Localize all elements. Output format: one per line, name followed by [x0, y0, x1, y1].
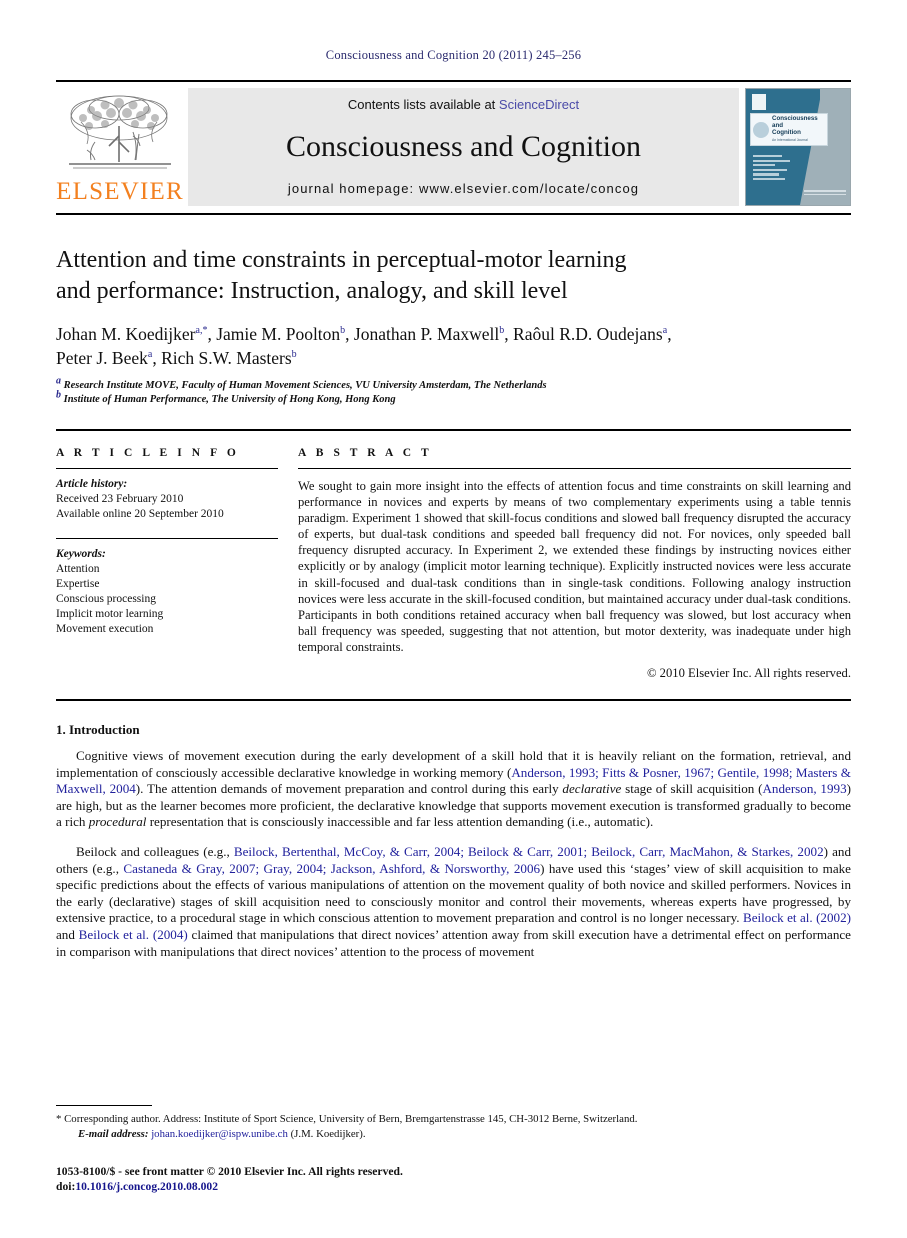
- affiliation-list: a Research Institute MOVE, Faculty of Hu…: [56, 375, 851, 407]
- title-line-2: and performance: Instruction, analogy, a…: [56, 278, 568, 304]
- corresponding-author-text: Corresponding author. Address: Institute…: [64, 1113, 638, 1125]
- footnote-rule: [56, 1105, 152, 1106]
- article-info-heading: A R T I C L E I N F O: [56, 447, 240, 459]
- article-history-online: Available online 20 September 2010: [56, 508, 224, 520]
- cover-title-line3: Cognition: [772, 129, 801, 136]
- journal-title: Consciousness and Cognition: [285, 129, 641, 163]
- footnote-block: * Corresponding author. Address: Institu…: [56, 1105, 851, 1194]
- doi-line: doi:10.1016/j.concog.2010.08.002: [56, 1179, 851, 1194]
- keywords-label: Keywords:: [56, 548, 106, 560]
- abstract-heading: A B S T R A C T: [298, 447, 433, 459]
- cover-title-line1: Consciousness: [772, 115, 818, 122]
- p2-citation-3[interactable]: Beilock et al. (2002): [743, 910, 851, 925]
- p1-citation-2[interactable]: Anderson, 1993: [762, 781, 846, 796]
- section-heading-introduction: 1. Introduction: [56, 722, 140, 738]
- p1-seg2: ). The attention demands of movement pre…: [135, 781, 563, 797]
- cover-title-text: Consciousness and Cognition An Internati…: [772, 115, 818, 144]
- keyword-item: Expertise: [56, 578, 100, 590]
- article-history-label: Article history:: [56, 478, 128, 490]
- keyword-item: Conscious processing: [56, 593, 156, 605]
- cover-title-label: Consciousness and Cognition An Internati…: [750, 113, 828, 146]
- footnote-marker: *: [56, 1113, 62, 1125]
- cover-elsevier-mark-icon: [752, 94, 766, 110]
- imprint-block: 1053-8100/$ - see front matter © 2010 El…: [56, 1164, 851, 1194]
- abstract-copyright: © 2010 Elsevier Inc. All rights reserved…: [646, 666, 851, 681]
- journal-masthead: ELSEVIER Contents lists available at Sci…: [56, 80, 851, 215]
- doi-value[interactable]: 10.1016/j.concog.2010.08.002: [75, 1180, 218, 1193]
- cover-title-line2: and: [772, 122, 784, 129]
- affiliation-b: b Institute of Human Performance, The Un…: [56, 389, 396, 405]
- p2-citation-4[interactable]: Beilock et al. (2004): [79, 927, 188, 942]
- email-note: E-mail address: johan.koedijker@ispw.uni…: [56, 1127, 851, 1142]
- keyword-item: Movement execution: [56, 623, 154, 635]
- abstract-text: We sought to gain more insight into the …: [298, 479, 851, 654]
- cover-subtitle: An International Journal: [772, 138, 808, 142]
- journal-band: Contents lists available at ScienceDirec…: [188, 88, 739, 206]
- sciencedirect-link[interactable]: ScienceDirect: [499, 97, 579, 112]
- running-head: Consciousness and Cognition 20 (2011) 24…: [325, 48, 582, 62]
- paper-page: Consciousness and Cognition 20 (2011) 24…: [0, 0, 907, 1238]
- p1-seg5: representation that is consciously inacc…: [146, 814, 654, 830]
- issn-line: 1053-8100/$ - see front matter © 2010 El…: [56, 1165, 403, 1178]
- cover-right-band: [820, 89, 850, 205]
- page-title: Attention and time constraints in percep…: [56, 245, 851, 307]
- cover-bottom-mark: [804, 190, 846, 200]
- p2-seg4: and: [56, 927, 79, 943]
- journal-cover-thumbnail: Consciousness and Cognition An Internati…: [745, 88, 851, 206]
- info-abstract-row: A R T I C L E I N F O Article history: R…: [56, 447, 851, 681]
- p1-seg3: stage of skill acquisition (: [621, 781, 763, 797]
- masthead-bottom-rule: [56, 213, 851, 215]
- keywords-group: Keywords: Attention Expertise Conscious …: [56, 547, 278, 637]
- doi-label: doi:: [56, 1180, 76, 1193]
- body-paragraph-1: Cognitive views of movement execution du…: [56, 748, 851, 831]
- cover-diagonal: [800, 89, 822, 205]
- title-block: Attention and time constraints in percep…: [56, 245, 851, 407]
- email-label: E-mail address:: [78, 1128, 149, 1140]
- article-info-rule: [56, 468, 278, 469]
- p1-italic-declarative: declarative: [562, 781, 622, 797]
- abstract-column: A B S T R A C T We sought to gain more i…: [298, 447, 851, 681]
- body-paragraph-2: Beilock and colleagues (e.g., Beilock, B…: [56, 844, 851, 960]
- p2-seg1: Beilock and colleagues (e.g.,: [76, 844, 234, 860]
- p2-citation-1[interactable]: Beilock, Bertenthal, McCoy, & Carr, 2004…: [234, 844, 824, 859]
- email-link[interactable]: johan.koedijker@ispw.unibe.ch: [151, 1128, 288, 1140]
- cover-text-lines: [753, 155, 801, 182]
- journal-homepage-link[interactable]: journal homepage: www.elsevier.com/locat…: [288, 181, 639, 196]
- article-info-column: A R T I C L E I N F O Article history: R…: [56, 447, 298, 681]
- keywords-rule: [56, 538, 278, 539]
- keyword-item: Implicit motor learning: [56, 608, 164, 620]
- elsevier-logo: ELSEVIER: [56, 88, 184, 206]
- info-section-top-rule: [56, 429, 851, 431]
- contents-available-line: Contents lists available at ScienceDirec…: [348, 97, 579, 112]
- elsevier-wordmark: ELSEVIER: [56, 178, 184, 205]
- elsevier-tree-icon: [69, 95, 171, 169]
- author-line-2: Peter J. Beeka, Rich S.W. Mastersb: [56, 348, 297, 368]
- corresponding-author-note: * Corresponding author. Address: Institu…: [56, 1112, 851, 1127]
- affiliation-a: a Research Institute MOVE, Faculty of Hu…: [56, 375, 547, 391]
- body-top-rule: [56, 699, 851, 702]
- article-history-received: Received 23 February 2010: [56, 493, 184, 505]
- email-suffix: (J.M. Koedijker).: [287, 1128, 366, 1140]
- author-list: Johan M. Koedijkera,*, Jamie M. Pooltonb…: [56, 322, 851, 370]
- cover-disc-icon: [753, 121, 769, 138]
- p1-italic-procedural: procedural: [88, 814, 147, 830]
- article-history-group: Article history: Received 23 February 20…: [56, 477, 278, 522]
- contents-prefix: Contents lists available at: [347, 97, 499, 112]
- title-line-1: Attention and time constraints in percep…: [56, 247, 627, 273]
- keyword-item: Attention: [56, 563, 100, 575]
- author-line-1: Johan M. Koedijkera,*, Jamie M. Pooltonb…: [56, 324, 672, 344]
- p2-citation-2[interactable]: Castaneda & Gray, 2007; Gray, 2004; Jack…: [123, 861, 540, 876]
- abstract-rule: [298, 468, 851, 469]
